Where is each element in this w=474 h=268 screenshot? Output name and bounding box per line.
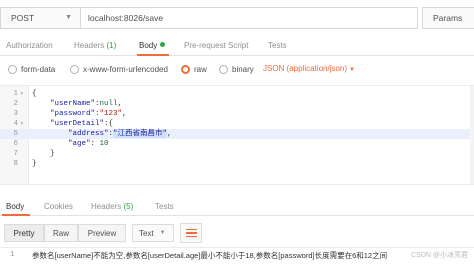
response-toolbar: Pretty Raw Preview Text ▼ (0, 223, 474, 243)
raw-button[interactable]: Raw (44, 224, 78, 242)
tab-response-body[interactable]: Body (6, 202, 24, 211)
editor-line: 7 } (13, 150, 55, 158)
body-indicator-dot (160, 42, 166, 47)
response-text: 参数名[userName]不能为空,参数名[userDetail.age]最小不… (32, 251, 388, 260)
response-line: 1 参数名[userName]不能为空,参数名[userDetail.age]最… (10, 251, 388, 260)
tab-authorization[interactable]: Authorization (6, 41, 53, 50)
tab-response-headers[interactable]: Headers (5) (91, 202, 133, 211)
tab-body[interactable]: Body (139, 41, 166, 50)
radio-circle (219, 65, 228, 74)
radio-form-data[interactable]: form-data (8, 65, 55, 74)
url-value: localhost:8026/save (88, 13, 164, 23)
editor-scrollbar[interactable] (470, 86, 474, 184)
tab-cookies[interactable]: Cookies (44, 202, 73, 211)
editor-line-highlighted: 5 "address":"江西省南昌市", (0, 129, 474, 139)
wrap-lines-button[interactable] (180, 223, 202, 243)
tab-headers[interactable]: Headers (1) (74, 41, 116, 50)
radio-circle (70, 65, 79, 74)
editor-line: 1 ▾ { (13, 90, 37, 98)
method-select[interactable]: POST ▼ (0, 7, 80, 29)
editor-line: 2 "userName":null, (13, 100, 123, 108)
chevron-down-icon: ▼ (349, 67, 355, 73)
method-label: POST (11, 13, 35, 23)
response-tabs: Body Cookies Headers (5) Tests (0, 196, 474, 216)
radio-raw[interactable]: raw (181, 65, 207, 74)
radio-circle (8, 65, 17, 74)
tab-tests[interactable]: Tests (268, 41, 287, 50)
headers-count: (1) (106, 41, 117, 50)
wrap-lines-icon (185, 228, 197, 231)
watermark: CSDN @小冰亮君 (411, 252, 468, 259)
params-label: Params (433, 13, 463, 23)
params-button[interactable]: Params (422, 7, 474, 29)
active-tab-underline (137, 54, 169, 56)
active-tab-underline (2, 214, 30, 216)
response-headers-count: (5) (123, 202, 134, 211)
body-type-options: form-data x-www-form-urlencoded raw bina… (0, 62, 474, 80)
preview-button[interactable]: Preview (78, 224, 126, 242)
pretty-button[interactable]: Pretty (4, 224, 44, 242)
radio-binary[interactable]: binary (219, 65, 254, 74)
editor-line: 4 ▾ "userDetail":{ (13, 120, 114, 128)
editor-line: 3 "password":"123", (13, 110, 127, 118)
tab-response-tests[interactable]: Tests (155, 202, 174, 211)
request-tabs: Authorization Headers (1) Body Pre-reque… (0, 38, 474, 56)
editor-line: 8 } (13, 160, 37, 168)
editor-line: 6 "age": 10 (13, 140, 109, 148)
chevron-down-icon: ▼ (65, 14, 72, 21)
request-body-editor[interactable]: 1 ▾ { 2 "userName":null, 3 "password":"12… (0, 85, 474, 185)
fold-icon: ▾ (20, 120, 24, 127)
format-dropdown[interactable]: Text ▼ (132, 224, 174, 242)
url-input[interactable]: localhost:8026/save (80, 7, 418, 29)
radio-urlencoded[interactable]: x-www-form-urlencoded (70, 65, 168, 74)
fold-icon: ▾ (20, 90, 24, 97)
radio-circle-selected (181, 65, 190, 74)
chevron-down-icon: ▼ (159, 230, 166, 236)
tab-pre-request-script[interactable]: Pre-request Script (184, 41, 248, 50)
response-body[interactable]: 1 参数名[userName]不能为空,参数名[userDetail.age]最… (0, 247, 474, 268)
content-type-dropdown[interactable]: JSON (application/json) ▼ (263, 64, 355, 73)
